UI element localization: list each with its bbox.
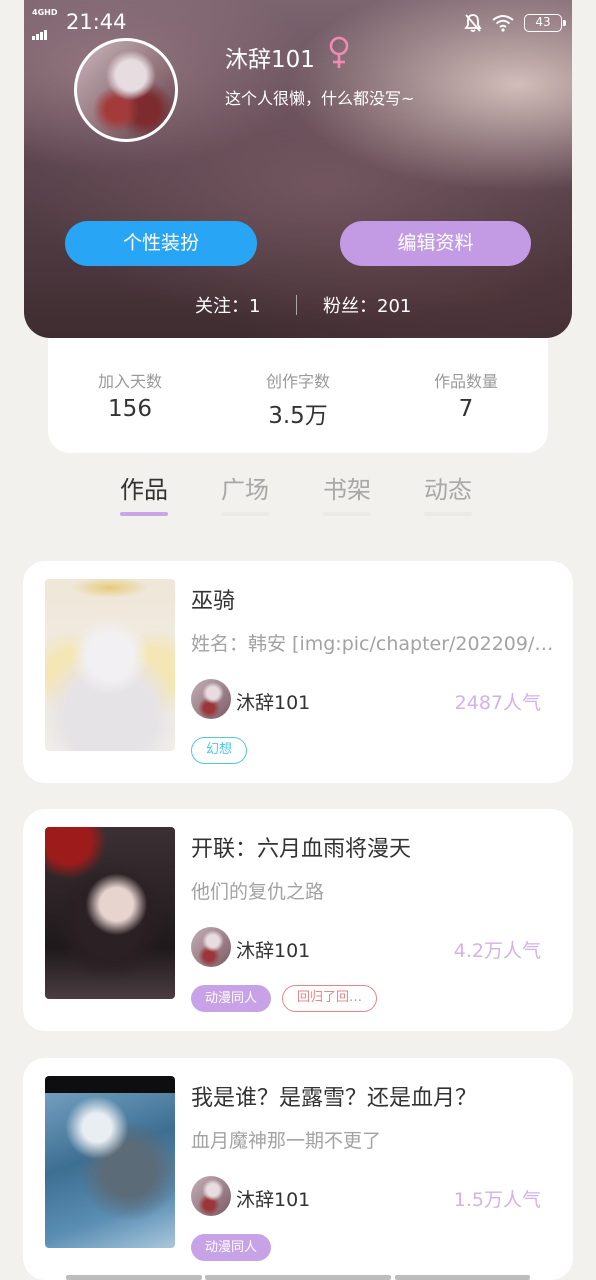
author-name: 沐辞101 [236,1189,311,1211]
tag-list: 动漫同人 [191,1234,272,1261]
popularity: 1.5万人气 [453,1189,541,1211]
signal-icon: 4GHD [32,8,60,40]
stats-card: 加入天数 156 创作字数 3.5万 作品数量 7 [48,338,548,453]
genre-tag: 动漫同人 [191,985,272,1012]
clock: 21:44 [66,10,127,34]
wifi-icon [492,15,514,32]
work-description: 他们的复仇之路 [191,881,325,903]
stat-value: 156 [108,396,152,422]
network-type: 4GHD [32,8,58,17]
work-card[interactable]: 巫骑 姓名：韩安 [img:pic/chapter/202209/… 沐辞101… [23,561,573,783]
tab-label: 动态 [424,476,472,504]
tab-indicator [323,512,371,516]
username: 沐辞101 [225,47,315,73]
work-cover [45,827,175,999]
avatar[interactable] [74,38,178,142]
stat-word-count: 创作字数 3.5万 [228,368,368,430]
popularity: 4.2万人气 [453,940,541,962]
work-cover [45,579,175,751]
tab-indicator [120,512,168,516]
work-card[interactable]: 我是谁？是露雪？还是血月？ 血月魔神那一期不更了 沐辞101 1.5万人气 动漫… [23,1058,573,1280]
author-avatar [191,1176,231,1216]
work-card[interactable]: 开联：六月血雨将漫天 他们的复仇之路 沐辞101 4.2万人气 动漫同人 回归了… [23,809,573,1031]
author-name: 沐辞101 [236,940,311,962]
tab-bar: 作品 广场 书架 动态 [0,470,596,520]
genre-tag: 幻想 [191,737,248,764]
tag-list: 幻想 [191,737,248,764]
status-bar: 4GHD 21:44 43 [0,0,596,44]
tab-activity[interactable]: 动态 [424,470,472,516]
tab-label: 书架 [323,476,371,504]
stat-value: 7 [458,396,474,422]
work-title: 巫骑 [191,589,236,614]
stat-join-days: 加入天数 156 [60,368,200,422]
tab-square[interactable]: 广场 [221,470,269,516]
tab-indicator [424,512,472,516]
stat-label: 加入天数 [97,372,162,391]
tab-works[interactable]: 作品 [120,470,168,516]
work-description: 姓名：韩安 [img:pic/chapter/202209/… [191,633,554,655]
stat-label: 作品数量 [433,372,498,391]
stat-label: 创作字数 [265,372,330,391]
work-cover [45,1076,175,1248]
divider [296,295,297,315]
author-avatar [191,927,231,967]
work-title: 我是谁？是露雪？还是血月？ [191,1086,478,1111]
tag-list: 动漫同人 回归了回… [191,985,378,1012]
custom-tag: 回归了回… [282,985,378,1012]
popularity: 2487人气 [454,692,541,714]
stat-value: 3.5万 [268,403,328,429]
bottom-nav-hint [0,1275,596,1280]
edit-profile-button[interactable]: 编辑资料 [340,221,531,266]
bio: 这个人很懒，什么都没写~ [225,89,415,108]
genre-tag: 动漫同人 [191,1234,272,1261]
author-name: 沐辞101 [236,692,311,714]
stat-works-count: 作品数量 7 [396,368,536,422]
fans-count[interactable]: 粉丝：201 [323,292,411,318]
battery-icon: 43 [524,14,566,32]
author-avatar [191,679,231,719]
following-count[interactable]: 关注：1 [195,292,260,318]
work-description: 血月魔神那一期不更了 [191,1130,382,1152]
tab-label: 广场 [221,476,269,504]
tab-indicator [221,512,269,516]
work-title: 开联：六月血雨将漫天 [191,837,412,862]
decorate-button[interactable]: 个性装扮 [65,221,257,266]
bell-muted-icon [464,14,482,32]
tab-label: 作品 [120,476,168,504]
tab-bookshelf[interactable]: 书架 [323,470,371,516]
